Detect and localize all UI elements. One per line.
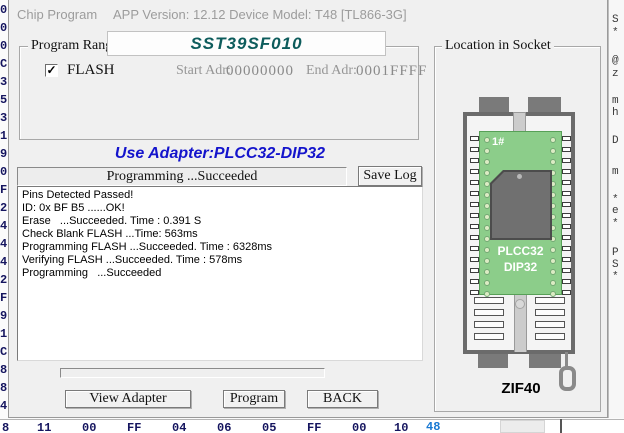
log-line: ID: 0x BF B5 ......OK!: [22, 202, 418, 215]
plcc-chip-pin1-dot: [517, 174, 522, 179]
background-hex-right-column: S*@zmhDm*e*PS*: [608, 0, 624, 418]
status-progress-bar: Programming ...Succeeded: [17, 167, 347, 186]
socket-slot: [535, 297, 565, 304]
program-button[interactable]: Program: [223, 390, 285, 408]
socket-top-tab-left: [479, 97, 509, 113]
chip-program-dialog: Chip Program APP Version: 12.12 Device M…: [8, 0, 608, 418]
start-adr-label: Start Adr:: [176, 63, 231, 79]
socket-slot: [535, 333, 565, 340]
location-in-socket-label: Location in Socket: [442, 38, 554, 54]
view-adapter-button[interactable]: View Adapter: [65, 390, 191, 408]
log-line: Erase ...Succeeded. Time : 0.391 S: [22, 215, 418, 228]
log-line: Programming ...Succeeded: [22, 267, 418, 280]
screen: 000C353190F24442F91C8844 S*@zmhDm*e*PS* …: [0, 0, 624, 433]
flash-label: FLASH: [67, 62, 115, 79]
socket-lever-knob: [515, 299, 525, 309]
window-title: Chip Program: [17, 7, 97, 22]
log-line: Pins Detected Passed!: [22, 189, 418, 202]
log-line: Check Blank FLASH ...Time: 563ms: [22, 228, 418, 241]
flash-checkbox[interactable]: ✓: [45, 64, 58, 77]
socket-top-tab-right: [528, 97, 561, 113]
socket-slot: [535, 309, 565, 316]
back-button[interactable]: BACK: [307, 390, 378, 408]
log-output[interactable]: Pins Detected Passed! ID: 0x BF B5 .....…: [17, 186, 423, 361]
socket-slot: [474, 321, 504, 328]
socket-name: ZIF40: [471, 380, 571, 397]
background-window-edge: [560, 419, 562, 433]
secondary-progress-bar: [60, 368, 325, 378]
socket-foot-left: [478, 354, 508, 368]
background-hex-selected-byte: 48: [426, 420, 440, 433]
end-adr-label: End Adr:: [306, 63, 357, 79]
chip-name: SST39SF010: [107, 31, 386, 56]
save-log-button[interactable]: Save Log: [358, 166, 422, 186]
socket-slot: [535, 321, 565, 328]
program-range-groupbox: Program Range: [19, 46, 419, 140]
use-adapter-notice: Use Adapter:PLCC32-DIP32: [17, 145, 423, 163]
socket-foot-right: [529, 354, 561, 368]
socket-center-post: [513, 112, 526, 133]
end-adr-value: 0001FFFF: [356, 63, 427, 80]
adapter-name-line1: PLCC32: [479, 244, 562, 258]
adapter-position-tag: 1#: [492, 136, 504, 148]
socket-slot: [474, 309, 504, 316]
adapter-name-line2: DIP32: [479, 260, 562, 274]
log-line: Programming FLASH ...Succeeded. Time : 6…: [22, 241, 418, 254]
plcc-chip: [490, 170, 552, 240]
socket-slot: [474, 333, 504, 340]
background-scrollbar-fragment: [500, 420, 545, 433]
app-version-device-model: APP Version: 12.12 Device Model: T48 [TL…: [113, 7, 407, 22]
log-line: Verifying FLASH ...Succeeded. Time : 578…: [22, 254, 418, 267]
socket-slot: [474, 297, 504, 304]
start-adr-value: 00000000: [226, 63, 294, 80]
